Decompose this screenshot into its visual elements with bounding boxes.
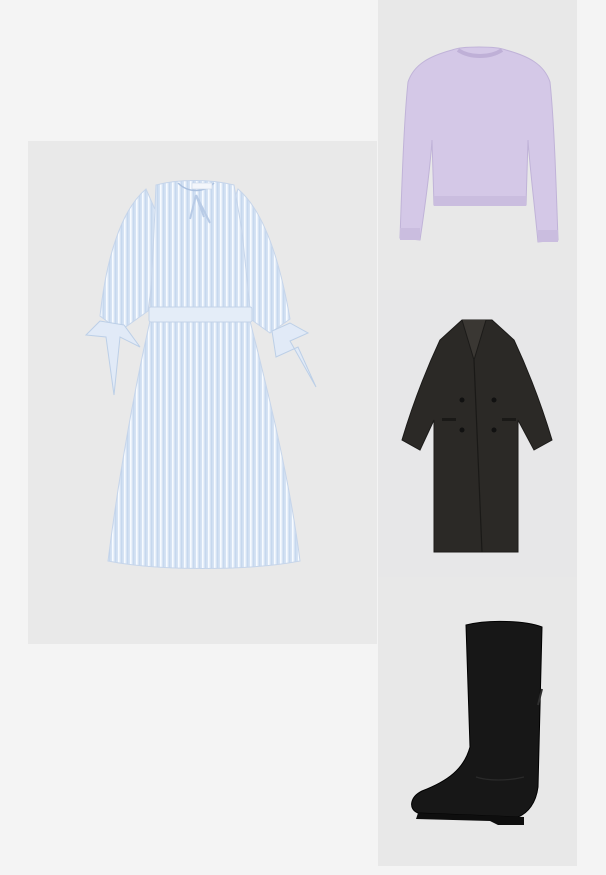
- dress-image: [84, 180, 317, 569]
- outfit-collage: [0, 0, 606, 875]
- sweater-image: [399, 46, 559, 243]
- coat-tile[interactable]: [378, 290, 577, 577]
- boot-image: [411, 620, 543, 825]
- sweater-tile[interactable]: [378, 0, 577, 290]
- dress-tile[interactable]: [28, 141, 377, 644]
- boot-tile[interactable]: [378, 577, 577, 866]
- coat-image: [401, 319, 553, 553]
